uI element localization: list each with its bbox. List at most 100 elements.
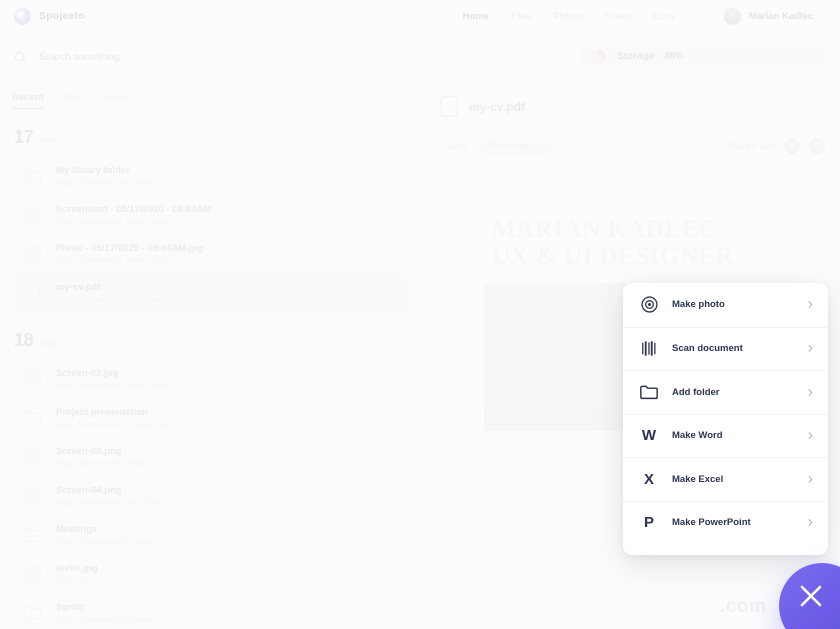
nav-link-files[interactable]: Files	[511, 11, 531, 22]
file-name: Invite.jpg	[56, 562, 98, 574]
search-input[interactable]	[39, 51, 319, 63]
preview-role: UX & UI DESIGNER	[492, 243, 735, 270]
app-root: Spojeeto Home Files Photos Scans Docs Ma…	[0, 0, 840, 629]
camera-icon	[23, 564, 42, 583]
word-icon: W	[639, 426, 659, 446]
file-name: my-cv.pdf	[56, 281, 101, 293]
page-title: my-cv.pdf	[469, 99, 525, 114]
list-item[interactable]: Meetings Tags: Documents, My work ⋮	[12, 515, 408, 554]
file-tags: Tags: Screenshots, Work, Data	[56, 255, 167, 265]
storage-percent: 48%	[664, 50, 685, 62]
list-item-selected[interactable]: my-cv.pdf Tags: Documents, Work, Data ⋮	[12, 273, 408, 312]
list-item[interactable]: Screen-04.png Tags: Screenshots, App, Da…	[12, 476, 408, 515]
camera-icon	[639, 295, 659, 315]
file-tags: Tags: App	[56, 575, 92, 585]
menu-item-make-word[interactable]: W Make Word	[623, 413, 828, 458]
detail-more-icon[interactable]: ⋮	[814, 101, 826, 113]
file-name: Sprint	[56, 601, 84, 613]
file-name: Screenshot - 05/17/2020 - 08:03AM	[56, 203, 212, 215]
day-number: 18	[14, 330, 34, 350]
tab-recent[interactable]: Recent	[12, 92, 44, 109]
row-more-icon[interactable]: ⋮	[388, 287, 400, 297]
list-item[interactable]: My library folder Tags: Documents, My da…	[12, 156, 408, 195]
tag-chip[interactable]: Documents ✕	[478, 137, 554, 155]
nav-link-home[interactable]: Home	[463, 11, 489, 22]
menu-item-make-photo[interactable]: Make photo	[623, 283, 828, 327]
menu-item-label: Make PowerPoint	[672, 517, 751, 529]
menu-item-scan-document[interactable]: Scan document	[623, 326, 828, 371]
chevron-down-icon: ⌄	[820, 13, 826, 20]
file-name: Meetings	[56, 523, 98, 535]
file-name: Screen-04.png	[56, 484, 122, 496]
list-item[interactable]: Sprint Tags: Documents, My work ⋮	[12, 593, 408, 629]
watermark: .com	[720, 596, 767, 617]
list-item-text: Sprint Tags: Documents, My work	[56, 602, 152, 624]
avatar[interactable]	[783, 137, 801, 155]
day-header: 17 May	[12, 109, 408, 156]
chevron-right-icon	[808, 388, 813, 396]
close-icon	[800, 585, 822, 607]
nav-link-docs[interactable]: Docs	[653, 11, 675, 22]
chevron-right-icon	[808, 475, 813, 483]
day-header: 18 May	[12, 312, 408, 359]
list-item[interactable]: Invite.jpg Tags: App ⋮	[12, 554, 408, 593]
list-item-text: My library folder Tags: Documents, My da…	[56, 165, 151, 187]
file-name: Screen-02.jpg	[56, 367, 119, 379]
menu-item-make-excel[interactable]: X Make Excel	[623, 457, 828, 501]
row-more-icon[interactable]: ⋮	[388, 412, 400, 422]
file-tags: Tags: Screenshots, Work	[56, 458, 145, 468]
tabs: Recent Tags Shared	[0, 82, 420, 109]
row-more-icon[interactable]: ⋮	[388, 451, 400, 461]
day-number: 17	[14, 127, 34, 147]
brand[interactable]: Spojeeto	[14, 7, 85, 25]
menu-item-label: Make photo	[672, 299, 725, 311]
row-more-icon[interactable]: ⋮	[388, 373, 400, 383]
close-icon[interactable]: ✕	[538, 142, 545, 151]
row-more-icon[interactable]: ⋮	[388, 248, 400, 258]
list-item[interactable]: Photo - 05/17/2020 - 08:04AM.jpg Tags: S…	[12, 234, 408, 273]
row-more-icon[interactable]: ⋮	[388, 209, 400, 219]
chevron-right-icon	[808, 301, 813, 309]
storage-more-icon[interactable]: ⋮	[803, 51, 814, 62]
preview-heading: MARIAN KADLEC UX & UI DESIGNER	[465, 204, 840, 270]
menu-item-make-powerpoint[interactable]: P Make PowerPoint	[623, 500, 828, 545]
list-item-text: Screenshot - 05/17/2020 - 08:03AM Tags: …	[56, 204, 211, 226]
tab-shared[interactable]: Shared	[100, 92, 131, 109]
detail-header: my-cv.pdf ⋮	[420, 82, 840, 117]
file-tags: Tags: Screenshots, Work, Data	[56, 216, 167, 226]
tab-tags[interactable]: Tags	[62, 92, 82, 109]
list-item[interactable]: Project presentation Tags: Documents, My…	[12, 398, 408, 437]
main-nav: Home Files Photos Scans Docs Marian Kadl…	[463, 6, 826, 26]
user-menu[interactable]: Marian Kadlec ⌄	[722, 6, 826, 26]
row-more-icon[interactable]: ⋮	[388, 529, 400, 539]
chevron-right-icon	[808, 345, 813, 353]
list-item-text: Invite.jpg Tags: App	[56, 563, 98, 585]
avatar	[722, 6, 742, 26]
row-more-icon[interactable]: ⋮	[388, 568, 400, 578]
shared-with: Shared with	[726, 137, 826, 155]
nav-link-scans[interactable]: Scans	[605, 11, 631, 22]
list-item-text: my-cv.pdf Tags: Documents, Work, Data	[56, 282, 162, 304]
menu-item-label: Scan document	[672, 343, 743, 355]
list-item[interactable]: Screenshot - 05/17/2020 - 08:03AM Tags: …	[12, 195, 408, 234]
list-item[interactable]: Screen-02.jpg Tags: Screenshots, Work, D…	[12, 359, 408, 398]
file-name: Photo - 05/17/2020 - 08:04AM.jpg	[56, 242, 204, 254]
row-more-icon[interactable]: ⋮	[388, 607, 400, 617]
file-tags: Tags: Screenshots, App, Data	[56, 497, 162, 507]
word-glyph: W	[641, 427, 657, 445]
file-list-panel: Recent Tags Shared 17 May My library fol…	[0, 82, 420, 629]
folder-icon	[23, 606, 42, 620]
storage-widget[interactable]: Storage 48% ⋮	[578, 41, 826, 71]
row-more-icon[interactable]: ⋮	[388, 490, 400, 500]
camera-icon	[23, 205, 42, 224]
top-navigation-bar: Spojeeto Home Files Photos Scans Docs Ma…	[0, 0, 840, 32]
camera-icon	[23, 447, 42, 466]
nav-link-photos[interactable]: Photos	[553, 11, 583, 22]
menu-item-add-folder[interactable]: Add folder	[623, 370, 828, 414]
row-more-icon[interactable]: ⋮	[388, 170, 400, 180]
search-icon	[14, 51, 27, 63]
circle-logo-icon	[14, 7, 31, 25]
list-item-text: Screen-03.png Tags: Screenshots, Work	[56, 446, 145, 468]
list-item[interactable]: Screen-03.png Tags: Screenshots, Work ⋮	[12, 437, 408, 476]
avatar[interactable]	[808, 137, 826, 155]
